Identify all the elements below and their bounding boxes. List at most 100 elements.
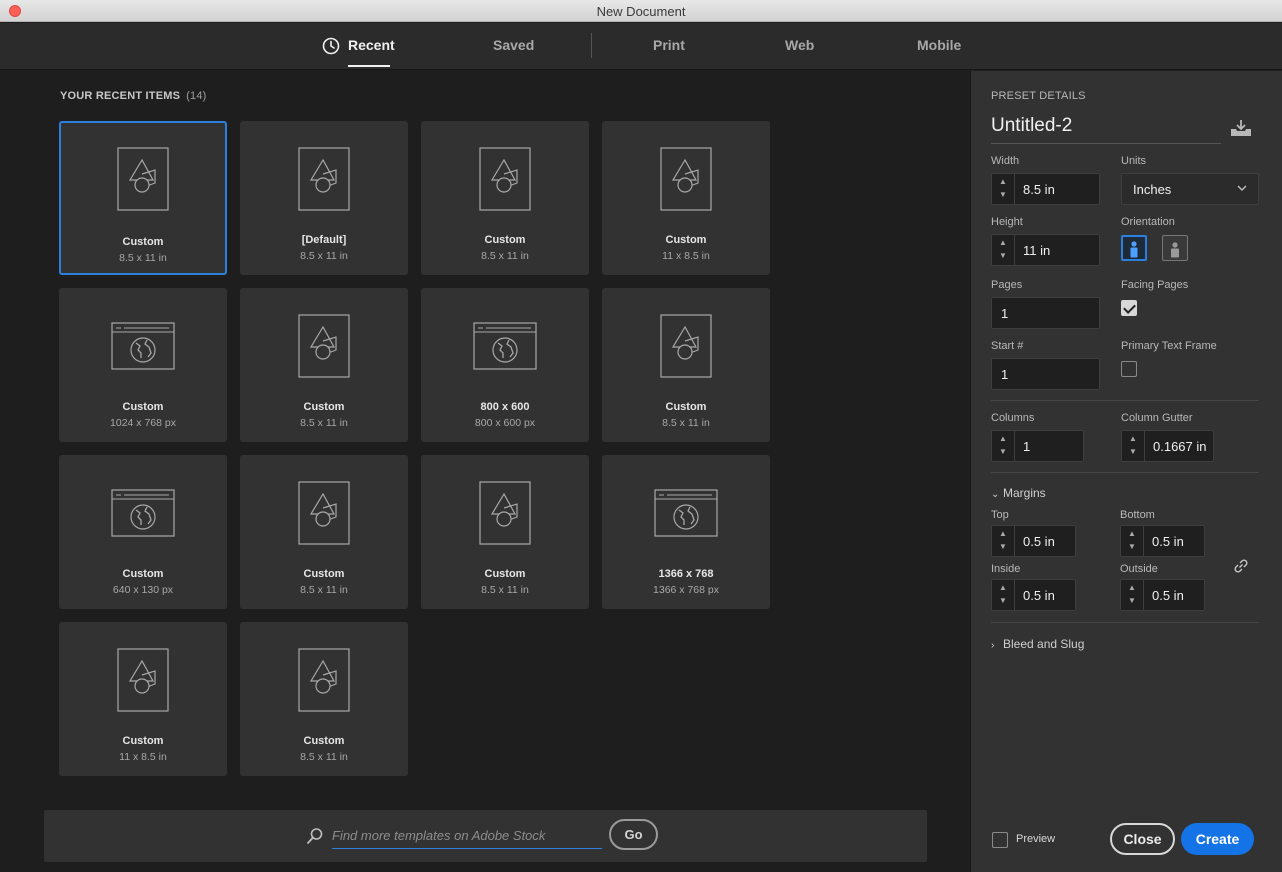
start-page-value: 1 <box>1001 367 1009 382</box>
recent-item-size: 8.5 x 11 in <box>481 584 529 596</box>
category-tabs: Recent Saved Print Web Mobile <box>0 23 1282 70</box>
pages-field[interactable]: 1 <box>991 297 1100 329</box>
preview-label: Preview <box>1016 833 1056 845</box>
height-stepper[interactable]: ▲ ▼ <box>992 235 1015 265</box>
recent-item-tile[interactable]: 1366 x 768 1366 x 768 px <box>602 455 770 609</box>
units-label: Units <box>1121 155 1147 167</box>
recent-item-tile[interactable]: Custom 640 x 130 px <box>59 455 227 609</box>
print-document-icon <box>660 314 712 378</box>
recent-item-size: 1024 x 768 px <box>110 417 176 429</box>
tab-saved[interactable]: Saved <box>493 37 534 53</box>
web-document-icon <box>111 322 175 370</box>
recent-item-tile[interactable]: Custom 8.5 x 11 in <box>240 455 408 609</box>
recent-item-name: [Default] <box>301 234 347 246</box>
save-preset-icon[interactable] <box>1229 119 1253 137</box>
recent-item-tile[interactable]: Custom 8.5 x 11 in <box>240 622 408 776</box>
columns-stepper[interactable]: ▲ ▼ <box>992 431 1015 461</box>
portrait-icon <box>1130 241 1138 258</box>
recent-item-tile[interactable]: Custom 1024 x 768 px <box>59 288 227 442</box>
bottom-margin-stepper[interactable]: ▲ ▼ <box>1121 526 1144 556</box>
units-select[interactable]: Inches <box>1121 173 1259 205</box>
margins-section-toggle[interactable]: ⌄ Margins <box>991 486 1046 500</box>
print-document-icon <box>298 314 350 378</box>
recent-items-header: YOUR RECENT ITEMS (14) <box>60 90 207 102</box>
start-page-field[interactable]: 1 <box>991 358 1100 390</box>
divider <box>991 400 1259 401</box>
clock-icon <box>322 37 340 55</box>
width-stepper[interactable]: ▲ ▼ <box>992 174 1015 204</box>
bleed-slug-section-toggle[interactable]: › Bleed and Slug <box>991 637 1084 651</box>
recent-item-tile[interactable]: Custom 8.5 x 11 in <box>421 455 589 609</box>
link-icon[interactable] <box>1233 558 1249 574</box>
facing-pages-label: Facing Pages <box>1121 279 1189 291</box>
create-button[interactable]: Create <box>1181 823 1254 855</box>
bleed-slug-label: Bleed and Slug <box>1003 637 1085 651</box>
top-margin-value: 0.5 in <box>1023 534 1055 549</box>
divider <box>991 472 1259 473</box>
document-name-field[interactable]: Untitled-2 <box>991 115 1221 144</box>
height-field[interactable]: ▲ ▼ 11 in <box>991 234 1100 266</box>
web-document-icon <box>473 322 537 370</box>
portrait-orientation-button[interactable] <box>1121 235 1147 261</box>
outside-margin-stepper[interactable]: ▲ ▼ <box>1121 580 1144 610</box>
landscape-orientation-button[interactable] <box>1162 235 1188 261</box>
recent-item-size: 8.5 x 11 in <box>300 250 348 262</box>
column-gutter-field[interactable]: ▲ ▼ 0.1667 in <box>1121 430 1214 462</box>
inside-margin-value: 0.5 in <box>1023 588 1055 603</box>
go-button[interactable]: Go <box>609 819 658 850</box>
recent-item-size: 640 x 130 px <box>112 584 174 596</box>
recent-item-size: 8.5 x 11 in <box>481 250 529 262</box>
bottom-margin-field[interactable]: ▲ ▼ 0.5 in <box>1120 525 1205 557</box>
recent-item-tile[interactable]: [Default] 8.5 x 11 in <box>240 121 408 275</box>
recent-item-name: Custom <box>303 568 345 580</box>
recent-item-name: Custom <box>665 234 707 246</box>
tab-separator <box>591 33 592 58</box>
orientation-label: Orientation <box>1121 216 1175 228</box>
recent-item-size: 11 x 8.5 in <box>662 250 710 262</box>
bottom-margin-label: Bottom <box>1120 509 1155 521</box>
top-margin-field[interactable]: ▲ ▼ 0.5 in <box>991 525 1076 557</box>
stock-search-input[interactable] <box>332 823 602 849</box>
recent-item-name: Custom <box>484 234 526 246</box>
recent-item-tile[interactable]: Custom 11 x 8.5 in <box>59 622 227 776</box>
top-margin-label: Top <box>991 509 1009 521</box>
facing-pages-checkbox[interactable] <box>1121 300 1137 316</box>
recent-item-tile[interactable]: Custom 8.5 x 11 in <box>421 121 589 275</box>
primary-text-frame-checkbox[interactable] <box>1121 361 1137 377</box>
inside-margin-field[interactable]: ▲ ▼ 0.5 in <box>991 579 1076 611</box>
recent-item-size: 8.5 x 11 in <box>300 584 348 596</box>
recent-item-tile[interactable]: Custom 8.5 x 11 in <box>602 288 770 442</box>
window-title: New Document <box>596 4 686 19</box>
recent-items-count: (14) <box>186 90 207 102</box>
tab-mobile[interactable]: Mobile <box>917 37 961 53</box>
title-bar: New Document <box>0 0 1282 22</box>
tab-web[interactable]: Web <box>785 37 814 53</box>
bottom-margin-value: 0.5 in <box>1152 534 1184 549</box>
primary-text-frame-label: Primary Text Frame <box>1121 340 1217 352</box>
column-gutter-stepper[interactable]: ▲ ▼ <box>1122 431 1145 461</box>
recent-item-tile[interactable]: Custom 11 x 8.5 in <box>602 121 770 275</box>
preview-checkbox[interactable] <box>992 832 1008 848</box>
recent-item-tile[interactable]: 800 x 600 800 x 600 px <box>421 288 589 442</box>
columns-label: Columns <box>991 412 1035 424</box>
print-document-icon <box>298 147 350 211</box>
inside-margin-stepper[interactable]: ▲ ▼ <box>992 580 1015 610</box>
close-button[interactable]: Close <box>1110 823 1175 855</box>
column-gutter-label: Column Gutter <box>1121 412 1193 424</box>
recent-item-tile[interactable]: Custom 8.5 x 11 in <box>59 121 227 275</box>
width-field[interactable]: ▲ ▼ 8.5 in <box>991 173 1100 205</box>
print-document-icon <box>298 481 350 545</box>
chevron-down-icon <box>1237 185 1247 192</box>
columns-field[interactable]: ▲ ▼ 1 <box>991 430 1084 462</box>
inside-margin-label: Inside <box>991 563 1021 575</box>
recent-item-tile[interactable]: Custom 8.5 x 11 in <box>240 288 408 442</box>
top-margin-stepper[interactable]: ▲ ▼ <box>992 526 1015 556</box>
tab-print[interactable]: Print <box>653 37 685 53</box>
recent-item-name: 800 x 600 <box>480 401 530 413</box>
new-document-dialog: New Document Recent Saved Print Web Mobi… <box>0 0 1282 872</box>
width-value: 8.5 in <box>1023 182 1055 197</box>
print-document-icon <box>117 648 169 712</box>
outside-margin-field[interactable]: ▲ ▼ 0.5 in <box>1120 579 1205 611</box>
outside-margin-value: 0.5 in <box>1152 588 1184 603</box>
tab-recent[interactable]: Recent <box>348 37 395 53</box>
